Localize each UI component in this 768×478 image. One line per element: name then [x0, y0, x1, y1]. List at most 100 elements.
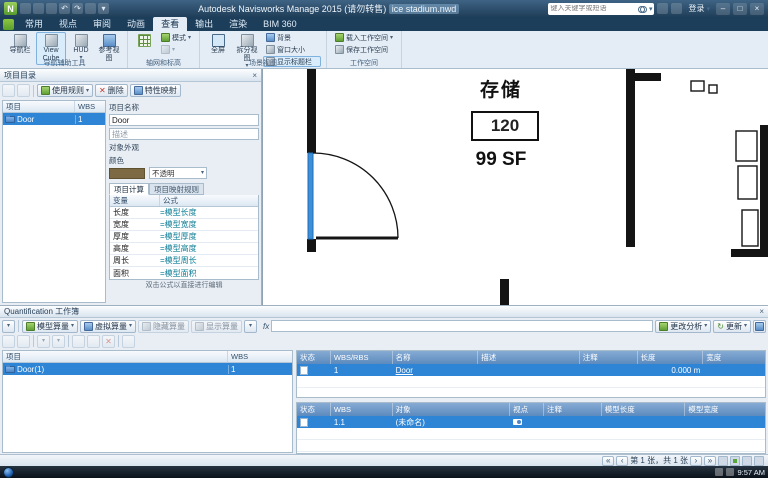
- undo-icon[interactable]: ↶: [59, 3, 70, 14]
- takeoff-col-wbs[interactable]: WBS: [228, 351, 292, 362]
- takeoff-col-item[interactable]: 项目: [3, 351, 228, 362]
- export-icon[interactable]: [753, 319, 766, 333]
- model-takeoff-button[interactable]: 模型算量 ▾: [22, 319, 79, 333]
- navigation-bar-button[interactable]: 导航栏: [7, 32, 33, 57]
- tab-output[interactable]: 输出: [187, 17, 221, 31]
- col-status[interactable]: 状态: [297, 403, 331, 416]
- formula-bar-input[interactable]: [271, 320, 654, 332]
- catalog-col-item[interactable]: 项目: [3, 101, 75, 112]
- delete-row-icon[interactable]: ✕: [102, 334, 115, 348]
- grid-levels-button[interactable]: ▾: [158, 44, 194, 55]
- tab-review[interactable]: 审阅: [85, 17, 119, 31]
- item-catalog-close-icon[interactable]: ×: [252, 71, 257, 80]
- col-viewpoint[interactable]: 视点: [510, 403, 544, 416]
- move-up-icon[interactable]: [72, 334, 85, 348]
- previous-sheet-button[interactable]: ‹: [616, 455, 629, 466]
- col-description[interactable]: 描述: [478, 351, 580, 364]
- update-button[interactable]: ↻ 更新 ▾: [713, 319, 751, 333]
- show-grid-button[interactable]: [133, 32, 155, 49]
- close-button[interactable]: ×: [750, 2, 764, 15]
- item-name-field[interactable]: [109, 114, 259, 126]
- catalog-col-wbs[interactable]: WBS: [75, 101, 105, 112]
- tab-item-calculation[interactable]: 项目计算: [109, 183, 149, 195]
- search-dropdown-icon[interactable]: ▾: [649, 5, 653, 13]
- viewpoint-cell[interactable]: [510, 416, 544, 428]
- takeoff-new-item-icon[interactable]: [17, 334, 30, 348]
- application-menu-icon[interactable]: [3, 19, 14, 30]
- fullscreen-button[interactable]: 全屏: [205, 32, 231, 57]
- new-group-icon[interactable]: [2, 84, 15, 97]
- quantification-close-icon[interactable]: ×: [759, 307, 764, 316]
- col-wbs[interactable]: WBS: [331, 403, 393, 416]
- name-link-cell[interactable]: Door: [393, 364, 479, 376]
- taskbar-clock[interactable]: 9:57 AM: [737, 468, 765, 477]
- property-mapping-button[interactable]: 特性映射: [129, 84, 181, 97]
- item-summary-row[interactable]: 1 Door 0.000 m: [297, 364, 765, 376]
- filter-selected-icon[interactable]: [122, 334, 135, 348]
- redo-icon[interactable]: ↷: [72, 3, 83, 14]
- col-status[interactable]: 状态: [297, 351, 331, 364]
- formula-row[interactable]: 长度 =模型长度: [110, 207, 258, 219]
- first-sheet-button[interactable]: «: [602, 455, 615, 466]
- save-icon[interactable]: [33, 3, 44, 14]
- takeoff-new-group-icon[interactable]: [2, 334, 15, 348]
- catalog-menu-icon[interactable]: ▾: [2, 319, 15, 333]
- tab-render[interactable]: 渲染: [221, 17, 255, 31]
- tray-network-icon[interactable]: [726, 468, 735, 476]
- rollup-menu-icon[interactable]: ▾: [244, 319, 258, 333]
- formula-row[interactable]: 周长 =模型周长: [110, 255, 258, 267]
- print-icon[interactable]: [46, 3, 57, 14]
- app-logo-icon[interactable]: N: [4, 2, 17, 15]
- move-down-icon[interactable]: [87, 334, 100, 348]
- tab-bim360[interactable]: BIM 360: [255, 17, 305, 31]
- col-width[interactable]: 宽度: [703, 351, 765, 364]
- takeoff-tree-row-door[interactable]: Door(1) 1: [3, 363, 292, 375]
- change-analysis-button[interactable]: 更改分析 ▾: [655, 319, 712, 333]
- col-object[interactable]: 对象: [393, 403, 511, 416]
- tab-viewpoint[interactable]: 视点: [51, 17, 85, 31]
- formula-row[interactable]: 高度 =模型高度: [110, 243, 258, 255]
- tab-animation[interactable]: 动画: [119, 17, 153, 31]
- minimize-button[interactable]: –: [716, 2, 730, 15]
- outdent-icon[interactable]: ▾: [52, 334, 65, 348]
- col-wbs-rbs[interactable]: WBS/RBS: [331, 351, 393, 364]
- formula-row[interactable]: 面积 =模型面积: [110, 267, 258, 279]
- sign-in-button[interactable]: 登录 ▾: [685, 3, 713, 14]
- object-detail-row[interactable]: 1.1 (未命名): [297, 416, 765, 428]
- background-button[interactable]: 背景: [263, 32, 321, 43]
- indent-icon[interactable]: ▾: [37, 334, 50, 348]
- qat-dropdown-icon[interactable]: ▾: [98, 3, 109, 14]
- use-rule-button[interactable]: 使用规则 ▾: [37, 84, 94, 97]
- window-size-button[interactable]: 窗口大小: [263, 44, 321, 55]
- formula-row[interactable]: 厚度 =模型厚度: [110, 231, 258, 243]
- catalog-tree-row-door[interactable]: Door 1: [3, 113, 105, 125]
- search-input[interactable]: [550, 5, 636, 12]
- grid-mode-button[interactable]: 模式 ▾: [158, 32, 194, 43]
- start-button[interactable]: [3, 466, 14, 478]
- formula-row[interactable]: 宽度 =模型宽度: [110, 219, 258, 231]
- col-comments[interactable]: 注释: [580, 351, 638, 364]
- info-center-icon[interactable]: [671, 3, 683, 14]
- next-sheet-button[interactable]: ›: [690, 455, 702, 466]
- col-model-length[interactable]: 模型长度: [602, 403, 686, 416]
- new-item-icon[interactable]: [17, 84, 30, 97]
- tab-item-mapping-rules[interactable]: 项目映射规则: [149, 183, 204, 195]
- tab-home[interactable]: 常用: [17, 17, 51, 31]
- virtual-takeoff-button[interactable]: 虚拟算量 ▾: [80, 319, 137, 333]
- save-workspace-button[interactable]: 保存工作空间: [332, 44, 396, 55]
- hide-takeoff-button[interactable]: 隐藏算量: [138, 319, 190, 333]
- tray-hidden-icons[interactable]: [715, 468, 724, 476]
- last-sheet-button[interactable]: »: [704, 455, 716, 466]
- favorites-icon[interactable]: [657, 3, 669, 14]
- col-model-width[interactable]: 模型宽度: [685, 403, 765, 416]
- search-box[interactable]: ▾: [548, 2, 655, 15]
- col-comments[interactable]: 注释: [544, 403, 602, 416]
- open-icon[interactable]: [20, 3, 31, 14]
- item-description-field[interactable]: [109, 128, 259, 140]
- delete-button[interactable]: ✕ 删除: [95, 84, 128, 97]
- selected-door-leaf[interactable]: [307, 152, 314, 240]
- select-tool-icon[interactable]: [85, 3, 96, 14]
- color-swatch[interactable]: [109, 167, 145, 179]
- col-name[interactable]: 名称: [393, 351, 479, 364]
- load-workspace-button[interactable]: 载入工作空间 ▾: [332, 32, 396, 43]
